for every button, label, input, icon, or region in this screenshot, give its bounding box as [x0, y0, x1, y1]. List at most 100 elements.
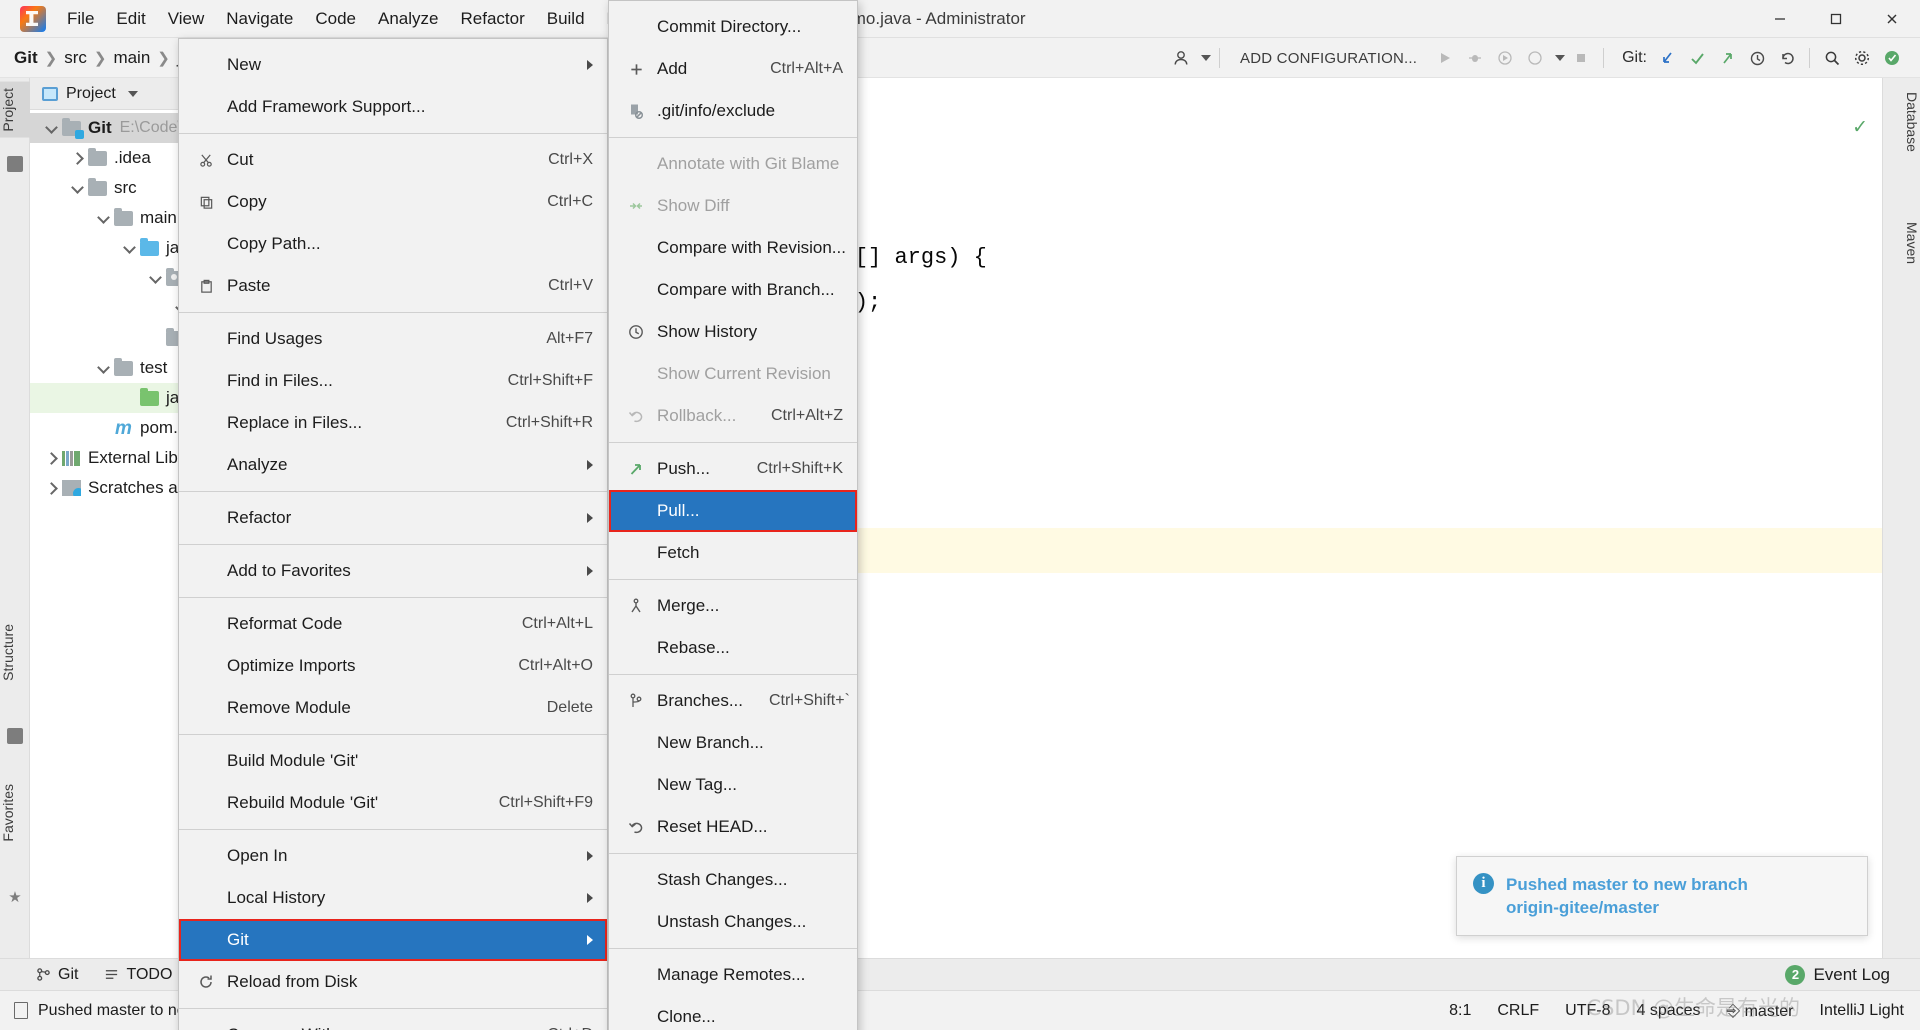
menu-item-reformat-code[interactable]: Reformat Code Ctrl+Alt+L — [179, 603, 607, 645]
menu-item-git[interactable]: Git — [179, 919, 607, 961]
menu-item-reload-from-disk[interactable]: Reload from Disk — [179, 961, 607, 1003]
menu-item-local-history[interactable]: Local History — [179, 877, 607, 919]
menu-item-add-to-favorites[interactable]: Add to Favorites — [179, 550, 607, 592]
user-avatar-icon[interactable] — [1167, 44, 1195, 72]
minimize-button[interactable] — [1752, 0, 1808, 38]
menu-item-compare-with[interactable]: Compare With... Ctrl+D — [179, 1014, 607, 1030]
line-separator[interactable]: CRLF — [1497, 1002, 1539, 1020]
menu-item-rebuild-module-git[interactable]: Rebuild Module 'Git' Ctrl+Shift+F9 — [179, 782, 607, 824]
run-coverage-icon[interactable] — [1491, 44, 1519, 72]
git-menu-item-show-history[interactable]: Show History — [609, 311, 857, 353]
menu-file[interactable]: File — [56, 5, 105, 33]
menu-code[interactable]: Code — [304, 5, 367, 33]
git-menu-item-push[interactable]: Push... Ctrl+Shift+K — [609, 448, 857, 490]
git-menu-item-stash-changes[interactable]: Stash Changes... — [609, 859, 857, 901]
close-button[interactable] — [1864, 0, 1920, 38]
chevron-down-icon[interactable] — [148, 270, 164, 286]
git-menu-item-compare-with-revision[interactable]: Compare with Revision... — [609, 227, 857, 269]
structure-icon[interactable] — [7, 728, 23, 744]
search-icon[interactable] — [1818, 44, 1846, 72]
menu-item-find-in-files[interactable]: Find in Files... Ctrl+Shift+F — [179, 360, 607, 402]
chevron-right-icon[interactable] — [44, 450, 60, 466]
git-menu-item-compare-with-branch[interactable]: Compare with Branch... — [609, 269, 857, 311]
debug-icon[interactable] — [1461, 44, 1489, 72]
collapse-icon[interactable] — [7, 156, 23, 172]
add-configuration-button[interactable]: ADD CONFIGURATION... — [1228, 50, 1429, 67]
chevron-down-icon[interactable] — [122, 240, 138, 256]
menu-item-new[interactable]: New — [179, 44, 607, 86]
menu-item-analyze[interactable]: Analyze — [179, 444, 607, 486]
bottom-tab-git[interactable]: Git — [36, 966, 78, 984]
ide-assistant-icon[interactable] — [1878, 44, 1906, 72]
sidebar-item-database[interactable]: Database — [1882, 84, 1920, 160]
menu-item-replace-in-files[interactable]: Replace in Files... Ctrl+Shift+R — [179, 402, 607, 444]
profiler-dropdown-icon[interactable] — [1555, 55, 1566, 61]
sidebar-item-maven[interactable]: Maven — [1882, 214, 1920, 272]
event-log-button[interactable]: 2 Event Log — [1785, 964, 1890, 985]
breadcrumb-src[interactable]: src — [64, 48, 87, 68]
project-view-dropdown-icon[interactable] — [127, 90, 138, 97]
git-menu-item-add[interactable]: Add Ctrl+Alt+A — [609, 48, 857, 90]
push-icon[interactable] — [1713, 44, 1741, 72]
menu-build[interactable]: Build — [536, 5, 596, 33]
profiler-icon[interactable] — [1521, 44, 1549, 72]
git-menu-item-branches[interactable]: Branches... Ctrl+Shift+` — [609, 680, 857, 722]
run-icon[interactable] — [1431, 44, 1459, 72]
git-menu-item-pull[interactable]: Pull... — [609, 490, 857, 532]
menu-item-add-framework-support[interactable]: Add Framework Support... — [179, 86, 607, 128]
git-menu-item-new-tag[interactable]: New Tag... — [609, 764, 857, 806]
menu-item-optimize-imports[interactable]: Optimize Imports Ctrl+Alt+O — [179, 645, 607, 687]
git-menu-item-reset-head[interactable]: Reset HEAD... — [609, 806, 857, 848]
git-menu-item-fetch[interactable]: Fetch — [609, 532, 857, 574]
sidebar-item-favorites[interactable]: Favorites — [0, 778, 30, 848]
history-icon[interactable] — [1743, 44, 1771, 72]
menu-item-refactor[interactable]: Refactor — [179, 497, 607, 539]
maximize-button[interactable] — [1808, 0, 1864, 38]
context-menu[interactable]: New Add Framework Support... Cut Ctrl+X Copy… — [178, 38, 608, 1030]
git-menu-item-new-branch[interactable]: New Branch... — [609, 722, 857, 764]
git-menu-item-merge[interactable]: Merge... — [609, 585, 857, 627]
menu-item-copy[interactable]: Copy Ctrl+C — [179, 181, 607, 223]
git-menu-item-commit-directory[interactable]: Commit Directory... — [609, 6, 857, 48]
menu-item-find-usages[interactable]: Find Usages Alt+F7 — [179, 318, 607, 360]
chevron-right-icon[interactable] — [44, 480, 60, 496]
breadcrumb-git[interactable]: Git — [14, 48, 38, 68]
chevron-right-icon[interactable] — [70, 150, 86, 166]
revert-icon[interactable] — [1773, 44, 1801, 72]
menu-analyze[interactable]: Analyze — [367, 5, 449, 33]
stop-icon[interactable] — [1567, 44, 1595, 72]
menu-item-cut[interactable]: Cut Ctrl+X — [179, 139, 607, 181]
update-project-icon[interactable] — [1653, 44, 1681, 72]
menu-item-open-in[interactable]: Open In — [179, 835, 607, 877]
avatar-dropdown-icon[interactable] — [1201, 55, 1212, 61]
git-menu-item-git-info-exclude[interactable]: .git/info/exclude — [609, 90, 857, 132]
menu-item-remove-module[interactable]: Remove Module Delete — [179, 687, 607, 729]
menu-navigate[interactable]: Navigate — [215, 5, 304, 33]
gear-icon[interactable] — [1848, 44, 1876, 72]
star-icon[interactable]: ★ — [7, 888, 23, 906]
menu-refactor[interactable]: Refactor — [449, 5, 535, 33]
git-menu-item-rebase[interactable]: Rebase... — [609, 627, 857, 669]
theme-indicator[interactable]: IntelliJ Light — [1820, 1002, 1905, 1020]
menu-view[interactable]: View — [157, 5, 216, 33]
bottom-tab-todo[interactable]: TODO — [104, 966, 172, 984]
chevron-down-icon[interactable] — [70, 180, 86, 196]
chevron-down-icon[interactable] — [96, 360, 112, 376]
menu-edit[interactable]: Edit — [105, 5, 156, 33]
git-menu-item-unstash-changes[interactable]: Unstash Changes... — [609, 901, 857, 943]
menu-item-copy-path[interactable]: Copy Path... — [179, 223, 607, 265]
breadcrumb-main[interactable]: main — [113, 48, 150, 68]
commit-icon[interactable] — [1683, 44, 1711, 72]
git-menu-item-manage-remotes[interactable]: Manage Remotes... — [609, 954, 857, 996]
chevron-down-icon[interactable] — [96, 210, 112, 226]
menu-item-label: Remove Module — [227, 698, 351, 717]
menu-item-build-module-git[interactable]: Build Module 'Git' — [179, 740, 607, 782]
git-menu-item-clone[interactable]: Clone... — [609, 996, 857, 1030]
chevron-down-icon[interactable] — [44, 120, 60, 136]
menu-item-paste[interactable]: Paste Ctrl+V — [179, 265, 607, 307]
sidebar-item-project[interactable]: Project — [0, 82, 30, 138]
notification-balloon[interactable]: i Pushed master to new branch origin-git… — [1456, 856, 1868, 936]
caret-position[interactable]: 8:1 — [1449, 1002, 1471, 1020]
git-submenu[interactable]: Commit Directory... Add Ctrl+Alt+A .git/inf… — [608, 0, 858, 1030]
sidebar-item-structure[interactable]: Structure — [0, 618, 30, 687]
